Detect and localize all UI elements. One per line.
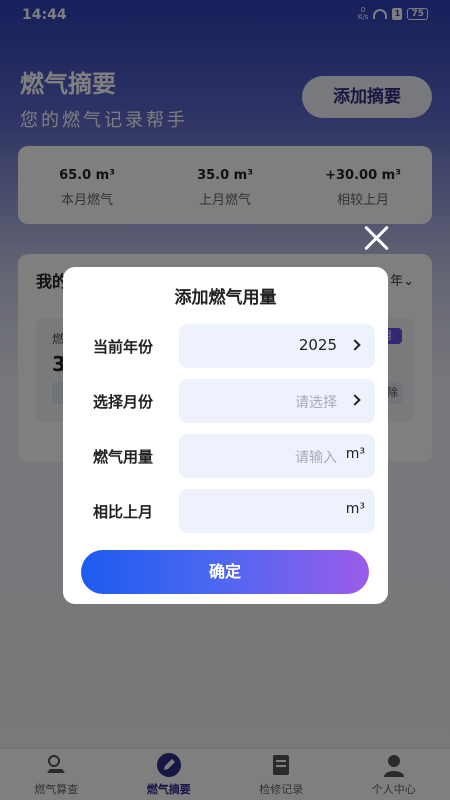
- month-label: 选择月份: [93, 393, 154, 411]
- chevron-right-icon: [349, 339, 361, 351]
- compare-unit: m³: [345, 501, 365, 517]
- month-picker[interactable]: 请选择: [179, 379, 375, 423]
- form-row-year: 当前年份 2025: [81, 324, 376, 368]
- month-placeholder: 请选择: [295, 395, 337, 411]
- compare-field[interactable]: m³: [179, 489, 375, 533]
- year-picker[interactable]: 2025: [179, 324, 375, 368]
- usage-input[interactable]: 请输入 m³: [179, 434, 375, 478]
- usage-unit: m³: [345, 446, 365, 462]
- form-row-usage: 燃气用量 请输入 m³: [81, 434, 376, 478]
- form-row-compare: 相比上月 m³: [81, 489, 376, 533]
- year-label: 当前年份: [93, 338, 154, 356]
- add-usage-dialog: 添加燃气用量 当前年份 2025 选择月份 请选择 燃气用量 请输入 m³ 相比…: [63, 267, 388, 604]
- dialog-title: 添加燃气用量: [174, 288, 277, 308]
- chevron-right-icon: [349, 394, 361, 406]
- form-row-month: 选择月份 请选择: [81, 379, 376, 423]
- usage-placeholder: 请输入: [295, 450, 337, 466]
- compare-label: 相比上月: [93, 503, 154, 521]
- close-icon[interactable]: [362, 224, 390, 252]
- year-value: 2025: [298, 336, 337, 354]
- confirm-button[interactable]: 确定: [81, 550, 369, 594]
- usage-label: 燃气用量: [93, 448, 154, 466]
